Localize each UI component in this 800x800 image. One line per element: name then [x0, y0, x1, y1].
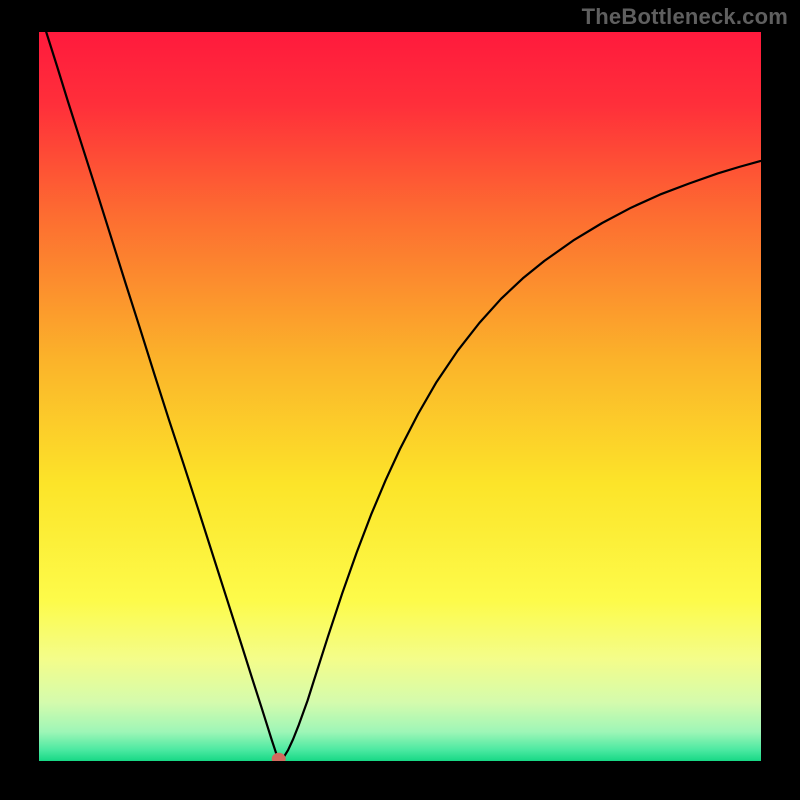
chart-frame: TheBottleneck.com — [0, 0, 800, 800]
watermark-text: TheBottleneck.com — [582, 4, 788, 30]
chart-svg — [39, 32, 761, 761]
gradient-background — [39, 32, 761, 761]
plot-area — [39, 32, 761, 761]
